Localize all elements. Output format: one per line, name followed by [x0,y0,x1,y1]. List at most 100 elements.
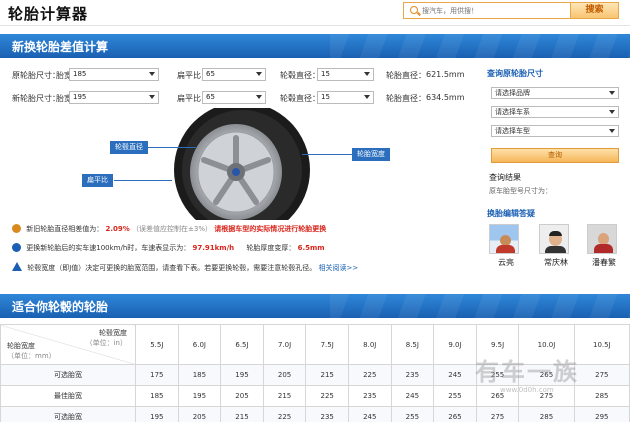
table-cell: 275 [475,406,520,422]
search-box: 搜索 [403,2,619,19]
new-ratio-select[interactable]: 65 [202,91,266,104]
new-rim-select[interactable]: 15 [317,91,374,104]
table-cell: 215 [220,406,264,422]
search-input[interactable] [422,5,562,17]
table-cell: 225 [262,406,307,422]
column-header: 7.5J [305,324,349,365]
row-label: 可选胎宽 [0,364,136,386]
column-header: 5.5J [135,324,179,365]
page-title: 轮胎计算器 [8,5,89,23]
expert-item[interactable]: 云亮 [489,224,523,268]
calc-section-bar: 新换轮胎差值计算 [0,34,630,58]
aspect-ratio-line [114,180,172,181]
rim-width-info: 轮毂宽度（即J值）决定可更换的胎宽范围，请查看下表。若要更换轮毂，需要注意轮毂孔… [12,262,358,273]
table-row: 可选胎宽 195 205 215 225 235 245 255 265 275 285 295 [0,406,630,422]
new-width-select[interactable]: 195 [69,91,159,104]
column-header: 8.5J [390,324,435,365]
table-cell: 215 [305,364,349,386]
expert-name: 常庆林 [544,258,568,267]
diameter-diff-info: 新旧轮胎直径相差值为： 2.09% （误差值应控制在±3%） 请根据车型的实际情… [12,224,326,234]
original-size-row: 原轮胎尺寸： 胎宽： 185 扁平比： 65 轮毂直径： 15 轮胎直径： 62… [12,68,472,82]
table-cell: 195 [220,364,264,386]
rim-label: 轮毂直径： [280,71,320,80]
lookup-title: 查询原轮胎尺寸 [487,69,543,78]
avatar [539,224,569,254]
aspect-ratio-label: 扁平比 [82,174,113,187]
page: 轮胎计算器 搜索 新换轮胎差值计算 原轮胎尺寸： 胎宽： 185 扁平比： 65… [0,0,630,422]
speedometer-icon [12,243,21,252]
wrench-icon [12,224,21,233]
table-cell: 235 [390,364,435,386]
experts-title: 换胎编辑答疑 [487,209,535,218]
new-diameter-value: 634.5mm [426,93,465,102]
watermark: 有车一族 [475,358,579,386]
tire-width-line [302,154,352,155]
series-select[interactable]: 请选择车系 [491,106,619,118]
original-rim-select[interactable]: 15 [317,68,374,81]
chevron-down-icon [609,110,615,114]
expert-item[interactable]: 潘春繁 [587,224,621,268]
tire-illustration: 轮毂直径 扁平比 轮胎宽度 [10,108,470,220]
lookup-panel: 查询原轮胎尺寸 请选择品牌 请选择车系 请选择车型 查询 查询结果 原车胎型号尺… [483,62,623,292]
table-cell: 285 [518,406,575,422]
table-cell: 245 [347,406,392,422]
chevron-down-icon [609,129,615,133]
warning-icon [12,262,22,271]
expert-item[interactable]: 常庆林 [539,224,573,268]
column-header: 6.5J [220,324,264,365]
avatar [489,224,519,254]
table-cell: 255 [390,406,435,422]
table-cell: 225 [305,385,349,407]
search-icon [410,6,418,14]
experts-list: 云亮 常庆林 潘春繁 [487,224,621,270]
table-cell: 185 [135,385,179,407]
brand-select[interactable]: 请选择品牌 [491,87,619,99]
query-button[interactable]: 查询 [491,148,619,163]
row-label: 可选胎宽 [0,406,136,422]
avatar [587,224,617,254]
chevron-down-icon [364,72,370,76]
chevron-down-icon [256,95,262,99]
table-cell: 215 [262,385,307,407]
watermark-url: www.0d0h.com [500,386,554,394]
warning-text: 请根据车型的实际情况进行轮胎更换 [214,225,327,233]
table-cell: 245 [433,364,477,386]
table-cell: 205 [220,385,264,407]
rim-diameter-label: 轮毂直径 [110,141,148,154]
bar-decoration [330,294,630,318]
column-header: 8.0J [347,324,392,365]
model-select[interactable]: 请选择车型 [491,125,619,137]
row-label: 最佳胎宽 [0,385,136,407]
new-size-row: 新轮胎尺寸： 胎宽： 195 扁平比： 65 轮毂直径： 15 轮胎直径： 63… [12,91,472,105]
tire-image [174,108,310,220]
thickness-value: 6.5mm [297,244,325,252]
table-cell: 205 [177,406,222,422]
column-header: 7.0J [262,324,307,365]
original-size-label: 原轮胎尺寸： [12,71,60,80]
bar-decoration [330,34,630,58]
related-reading-link[interactable]: 相关阅读>> [319,264,359,272]
table-cell: 185 [177,364,222,386]
chevron-down-icon [256,72,262,76]
search-button[interactable]: 搜索 [570,3,618,18]
expert-name: 云亮 [498,258,514,267]
chevron-down-icon [149,72,155,76]
original-ratio-select[interactable]: 65 [202,68,266,81]
original-width-select[interactable]: 185 [69,68,159,81]
column-header: 9.0J [433,324,477,365]
chevron-down-icon [364,95,370,99]
table-cell: 225 [347,364,392,386]
rim-label: 轮毂直径： [280,94,320,103]
fit-section-title: 适合你轮毂的轮胎 [12,300,109,314]
table-cell: 285 [573,385,630,407]
table-cell: 235 [305,406,349,422]
result-title: 查询结果 [489,173,521,182]
table-cell: 265 [433,406,477,422]
expert-name: 潘春繁 [592,258,616,267]
original-diameter-label: 轮胎直径： [386,71,426,80]
table-cell: 195 [135,406,179,422]
table-cell: 235 [347,385,392,407]
rim-diameter-line [148,147,196,148]
table-cell: 275 [573,364,630,386]
column-header: 6.0J [177,324,222,365]
